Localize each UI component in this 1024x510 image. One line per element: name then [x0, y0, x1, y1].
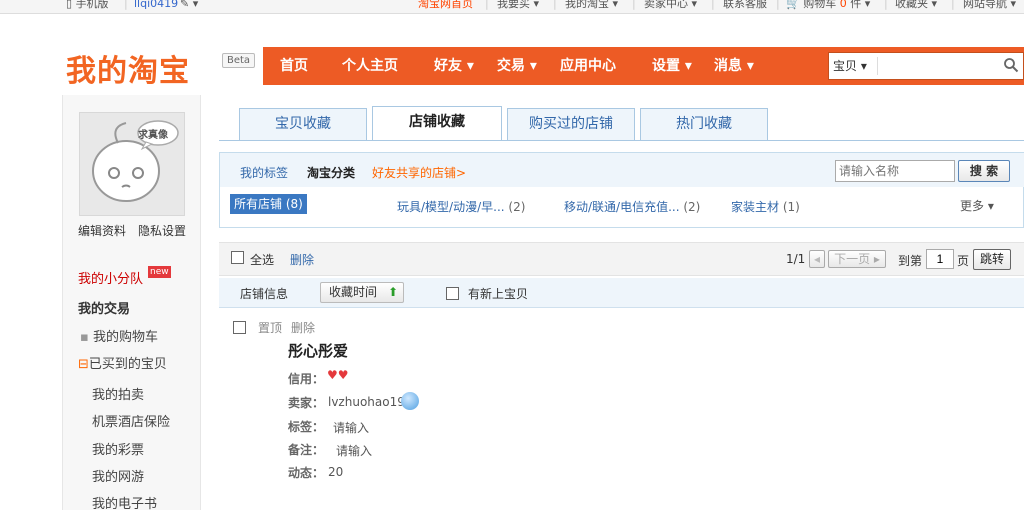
more-categories-dropdown[interactable]: 更多 ▾: [960, 197, 994, 214]
friends-shared-link[interactable]: 好友共享的店铺>: [372, 164, 466, 181]
sidebar-item-games[interactable]: 我的网游: [92, 466, 144, 485]
category-mobile-topup[interactable]: 移动/联通/电信充值... (2): [564, 198, 700, 215]
page-unit-label: 页: [957, 254, 970, 268]
nav-trade[interactable]: 交易 ▾: [497, 47, 537, 85]
profile-icon[interactable]: ✎ ▾: [180, 0, 198, 11]
sidebar-item-cart[interactable]: ▪ 我的购物车: [80, 326, 158, 345]
my-taobao-menu[interactable]: 我的淘宝 ▾: [565, 0, 618, 11]
shop-item-checkbox[interactable]: [233, 321, 246, 334]
category-home-materials[interactable]: 家装主材 (1): [731, 198, 800, 215]
sidebar-item-lottery[interactable]: 我的彩票: [92, 439, 144, 458]
seller-label: 卖家：: [288, 396, 325, 410]
wangwang-chat-icon[interactable]: [401, 392, 419, 410]
sidebar-item-auction[interactable]: 我的拍卖: [92, 384, 144, 403]
logo[interactable]: 我的淘宝: [66, 46, 190, 90]
select-all-checkbox[interactable]: [231, 251, 244, 264]
shop-info-header: 店铺信息: [240, 287, 289, 301]
credit-hearts-icon: ♥♥: [327, 368, 349, 382]
nav-friends[interactable]: 好友 ▾: [434, 47, 474, 85]
taobao-category-link[interactable]: 淘宝分类: [307, 164, 355, 181]
contact-link[interactable]: 联系客服: [723, 0, 767, 11]
nav-apps[interactable]: 应用中心: [560, 47, 616, 85]
username-link[interactable]: llqi0419: [134, 0, 178, 11]
taobao-home-link[interactable]: 淘宝网首页: [418, 0, 473, 11]
tab-divider: [219, 140, 1024, 141]
sort-up-icon: ⬆: [387, 285, 398, 299]
tag-input[interactable]: 请输入: [333, 419, 369, 436]
cart-menu[interactable]: 🛒 购物车 0 件 ▾: [786, 0, 870, 11]
beta-badge: Beta: [222, 53, 256, 68]
sidebar-item-travel[interactable]: 机票酒店保险: [92, 411, 170, 430]
avatar[interactable]: 求真像: [79, 112, 185, 216]
bulk-delete-link[interactable]: 删除: [290, 251, 314, 268]
edit-profile-link[interactable]: 编辑资料: [78, 222, 126, 239]
tag-label: 标签：: [288, 420, 325, 434]
category-all[interactable]: 所有店铺 (8): [230, 194, 307, 214]
mobile-link[interactable]: ▯ 手机版: [66, 0, 109, 11]
site-nav-menu[interactable]: 网站导航 ▾: [963, 0, 1016, 11]
has-new-label: 有新上宝贝: [468, 287, 529, 301]
nav-profile[interactable]: 个人主页: [342, 47, 398, 85]
activity-value[interactable]: 20: [328, 465, 343, 479]
activity-label: 动态：: [288, 466, 325, 480]
pin-link[interactable]: 置顶: [258, 319, 282, 336]
shop-list-item: 置顶 删除 彤心彤爱 信用： ♥♥ 卖家： lvzhuohao19 标签： 请输…: [219, 312, 1024, 510]
search-type-select[interactable]: 宝贝 ▾: [833, 53, 867, 79]
shop-name-link[interactable]: 彤心彤爱: [288, 340, 348, 361]
note-label: 备注：: [288, 443, 325, 457]
my-tags-link[interactable]: 我的标签: [240, 164, 288, 181]
nav-home[interactable]: 首页: [280, 47, 308, 85]
tab-purchased-shops[interactable]: 购买过的店铺: [507, 108, 635, 140]
shop-name-search-input[interactable]: [835, 160, 955, 182]
collapse-icon[interactable]: ⊟: [78, 357, 89, 372]
new-badge: new: [148, 266, 171, 278]
sidebar-item-ebooks[interactable]: 我的电子书: [92, 493, 157, 510]
credit-label: 信用：: [288, 372, 325, 386]
cart-icon: 🛒: [786, 0, 800, 10]
category-toys[interactable]: 玩具/模型/动漫/早... (2): [397, 198, 525, 215]
my-trade-heading: 我的交易: [78, 302, 131, 317]
privacy-settings-link[interactable]: 隐私设置: [138, 222, 186, 239]
nav-settings[interactable]: 设置 ▾: [652, 47, 692, 85]
goto-label: 到第: [898, 254, 923, 268]
shop-search-button[interactable]: 搜 索: [958, 160, 1010, 182]
favorites-menu[interactable]: 收藏夹 ▾: [895, 0, 937, 11]
prev-page-icon[interactable]: ◂: [809, 250, 825, 268]
page-number-input[interactable]: [926, 249, 954, 269]
default-avatar-icon: [92, 120, 179, 202]
tab-shop-favorites[interactable]: 店铺收藏: [372, 106, 502, 140]
jump-button[interactable]: 跳转: [973, 249, 1011, 270]
tab-hot-favorites[interactable]: 热门收藏: [640, 108, 768, 140]
select-all-label: 全选: [250, 253, 275, 267]
avatar-bubble-text: 求真像: [138, 130, 168, 141]
shop-delete-link[interactable]: 删除: [291, 319, 315, 336]
page-info: 1/1: [786, 252, 806, 266]
seller-center-menu[interactable]: 卖家中心 ▾: [644, 0, 697, 11]
search-icon[interactable]: [1003, 57, 1019, 73]
tab-item-favorites[interactable]: 宝贝收藏: [239, 108, 367, 140]
top-bar: ▯ 手机版 | llqi0419 ✎ ▾ 淘宝网首页 | 我要买 ▾ | 我的淘…: [0, 0, 1024, 14]
nav-messages[interactable]: 消息 ▾: [714, 47, 754, 85]
seller-name[interactable]: lvzhuohao19: [328, 395, 405, 409]
next-page-button[interactable]: 下一页 ▸: [828, 250, 886, 268]
header-search: 宝贝 ▾: [828, 52, 1024, 80]
note-input[interactable]: 请输入: [336, 442, 372, 459]
sort-collect-time-button[interactable]: 收藏时间 ⬆: [320, 282, 404, 303]
sidebar-item-bought[interactable]: ⊟已买到的宝贝: [78, 353, 167, 372]
header-search-input[interactable]: [881, 55, 1001, 77]
has-new-checkbox[interactable]: [446, 287, 459, 300]
buy-menu[interactable]: 我要买 ▾: [497, 0, 539, 11]
my-team-link[interactable]: 我的小分队: [78, 268, 143, 287]
